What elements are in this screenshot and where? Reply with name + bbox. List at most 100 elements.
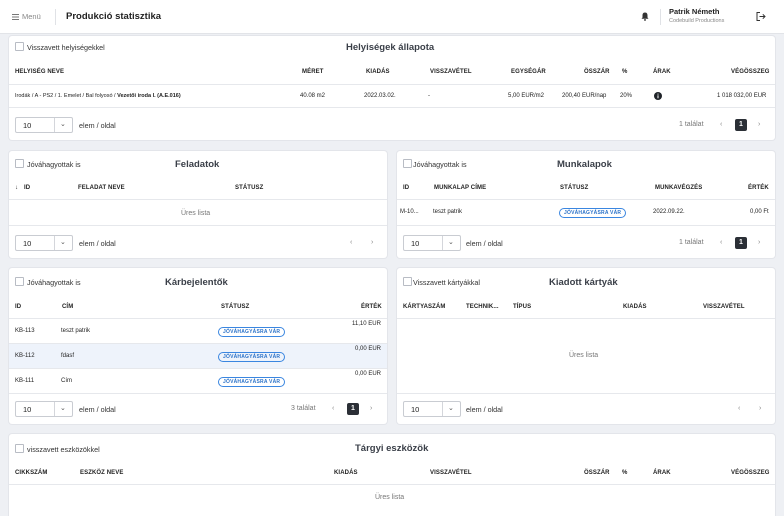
next-page-icon[interactable]: › [371, 239, 373, 246]
select-divider [54, 236, 55, 250]
damage-results-count: 3 találat [291, 405, 316, 412]
table-row[interactable]: KB-113 teszt patrik JÓVÁHAGYÁSRA VÁR 11,… [9, 319, 387, 343]
col-return[interactable]: VISSZAVÉTEL [703, 304, 745, 310]
col-total[interactable]: ÖSSZÁR [584, 69, 610, 75]
worksheets-card: Jóváhagyottak is Munkalapok ID MUNKALAP … [397, 151, 775, 258]
col-status[interactable]: STÁTUSZ [235, 185, 263, 191]
col-grand-total[interactable]: VÉGÖSSZEG [731, 470, 770, 476]
next-page-icon[interactable]: › [758, 121, 760, 128]
page-1-button[interactable]: 1 [347, 403, 359, 415]
col-room-name[interactable]: HELYISÉG NEVE [15, 69, 64, 75]
col-card-number[interactable]: KÁRTYASZÁM [403, 304, 445, 310]
col-technician[interactable]: TECHNIK... [466, 304, 499, 310]
prev-page-icon[interactable]: ‹ [332, 405, 334, 412]
chevron-down-icon: ⌄ [60, 121, 66, 128]
col-grand-total[interactable]: VÉGÖSSZEG [731, 69, 770, 75]
col-title[interactable]: CÍM [62, 304, 73, 310]
col-return[interactable]: VISSZAVÉTEL [430, 470, 472, 476]
table-row[interactable]: KB-111 Cím JÓVÁHAGYÁSRA VÁR 0,00 EUR [9, 369, 387, 393]
col-asset-name[interactable]: ESZKÖZ NEVE [80, 470, 123, 476]
col-status[interactable]: STÁTUSZ [560, 185, 588, 191]
col-rent[interactable]: KIADÁS [366, 69, 390, 75]
tasks-per-page-label: elem / oldal [79, 239, 116, 248]
rooms-per-page-select[interactable]: 10 ⌄ [15, 117, 73, 133]
worksheet-id: M-10... [400, 209, 419, 215]
cards-header-divider [397, 318, 775, 319]
col-return[interactable]: VISSZAVÉTEL [430, 69, 472, 75]
info-icon[interactable] [654, 92, 662, 100]
table-row[interactable]: Irodák / A - PS2 / 1. Emelet / Bal folyo… [9, 85, 775, 107]
assets-returned-checkbox[interactable] [15, 444, 24, 453]
col-id[interactable]: ID [24, 185, 30, 191]
damage-per-page-select[interactable]: 10 ⌄ [15, 401, 73, 417]
col-id[interactable]: ID [15, 304, 21, 310]
worksheets-checkbox-label: Jóváhagyottak is [413, 160, 467, 169]
page-1-button[interactable]: 1 [735, 237, 747, 249]
tasks-checkbox-label: Jóváhagyottak is [27, 160, 81, 169]
status-badge: JÓVÁHAGYÁSRA VÁR [218, 377, 286, 387]
next-page-icon[interactable]: › [370, 405, 372, 412]
tasks-card: Jóváhagyottak is Feladatok ↓ ID FELADAT … [9, 151, 387, 258]
cards-returned-checkbox[interactable] [403, 277, 412, 286]
col-unit-price[interactable]: EGYSÉGÁR [511, 69, 546, 75]
damage-id: KB-113 [15, 328, 35, 334]
cards-per-page-select[interactable]: 10 ⌄ [403, 401, 461, 417]
col-percent[interactable]: % [622, 470, 627, 476]
rooms-checkbox-label: Visszavett helyiségekkel [27, 43, 105, 52]
per-page-value: 10 [411, 405, 420, 414]
per-page-value: 10 [23, 239, 32, 248]
rooms-per-page-label: elem / oldal [79, 121, 116, 130]
damage-id: KB-112 [15, 353, 35, 359]
cards-per-page-label: elem / oldal [466, 405, 503, 414]
prev-page-icon[interactable]: ‹ [738, 405, 740, 412]
col-sku[interactable]: CIKKSZÁM [15, 470, 47, 476]
damage-approved-checkbox[interactable] [15, 277, 24, 286]
col-prices[interactable]: ÁRAK [653, 470, 671, 476]
chevron-down-icon: ⌄ [60, 239, 66, 246]
col-type[interactable]: TÍPUS [513, 304, 531, 310]
prev-page-icon[interactable]: ‹ [350, 239, 352, 246]
col-status[interactable]: STÁTUSZ [221, 304, 249, 310]
prev-page-icon[interactable]: ‹ [720, 239, 722, 246]
col-work-date[interactable]: MUNKAVÉGZÉS [655, 185, 702, 191]
col-issue[interactable]: KIADÁS [623, 304, 647, 310]
col-value[interactable]: ÉRTÉK [748, 185, 769, 191]
logout-icon[interactable] [756, 12, 766, 21]
rooms-card: Visszavett helyiségekkel Helyiségek álla… [9, 36, 775, 140]
col-percent[interactable]: % [622, 69, 627, 75]
select-divider [54, 118, 55, 132]
col-issue[interactable]: KIADÁS [334, 470, 358, 476]
tasks-per-page-select[interactable]: 10 ⌄ [15, 235, 73, 251]
next-page-icon[interactable]: › [759, 405, 761, 412]
tasks-approved-checkbox[interactable] [15, 159, 24, 168]
room-grand-total: 1 018 032,00 EUR [717, 93, 767, 99]
col-value[interactable]: ÉRTÉK [361, 304, 382, 310]
worksheets-approved-checkbox[interactable] [403, 159, 412, 168]
menu-label: Menü [22, 12, 41, 21]
col-total[interactable]: ÖSSZÁR [584, 470, 610, 476]
rooms-returned-checkbox[interactable] [15, 42, 24, 51]
col-prices[interactable]: ÁRAK [653, 69, 671, 75]
next-page-icon[interactable]: › [758, 239, 760, 246]
col-size[interactable]: MÉRET [302, 69, 324, 75]
col-id[interactable]: ID [403, 185, 409, 191]
page-1-button[interactable]: 1 [735, 119, 747, 131]
prev-page-icon[interactable]: ‹ [720, 121, 722, 128]
user-menu[interactable]: Patrik Németh Codebuild Productions [669, 7, 741, 27]
tasks-header-divider [9, 199, 387, 200]
per-page-value: 10 [23, 405, 32, 414]
table-row[interactable]: M-10... teszt patrik JÓVÁHAGYÁSRA VÁR 20… [397, 200, 775, 225]
damage-value: 0,00 EUR [355, 346, 382, 352]
damage-rows-divider [9, 393, 387, 394]
cards-empty-text: Üres lista [569, 352, 599, 359]
sort-down-icon[interactable]: ↓ [15, 185, 18, 191]
assets-title: Tárgyi eszközök [355, 443, 429, 454]
damage-value: 0,00 EUR [355, 371, 382, 377]
col-task-name[interactable]: FELADAT NEVE [78, 185, 125, 191]
damage-id: KB-111 [15, 378, 35, 384]
menu-button[interactable]: Menü [12, 12, 46, 23]
col-worksheet-title[interactable]: MUNKALAP CÍME [434, 185, 486, 191]
table-row[interactable]: KB-112 fdasf JÓVÁHAGYÁSRA VÁR 0,00 EUR [9, 344, 387, 368]
bell-icon[interactable] [641, 12, 649, 21]
worksheets-per-page-select[interactable]: 10 ⌄ [403, 235, 461, 251]
